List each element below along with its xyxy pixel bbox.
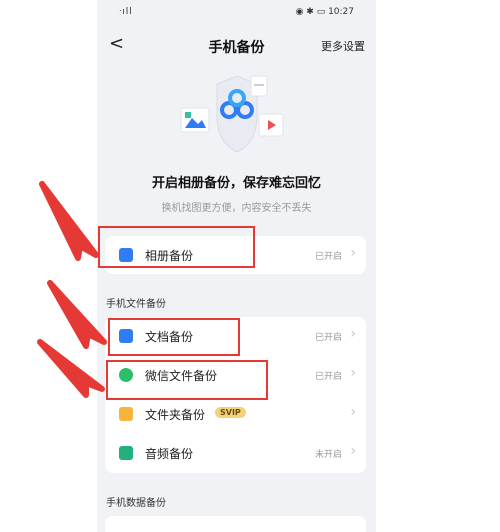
arrow-wechat bbox=[37, 339, 105, 398]
highlight-wechat-backup bbox=[106, 360, 268, 400]
chevron-right-icon: › bbox=[350, 443, 356, 459]
data-backup-card bbox=[105, 516, 366, 532]
status-bar: ᐧıll ◉ ✱ ▭ 10:27 bbox=[97, 0, 376, 24]
more-settings-link[interactable]: 更多设置 bbox=[321, 38, 365, 54]
status-time: 10:27 bbox=[328, 7, 354, 17]
folder-icon bbox=[119, 407, 133, 421]
signal-icon: ᐧıll bbox=[119, 7, 133, 17]
highlight-album-backup bbox=[98, 226, 255, 268]
svip-badge: SVIP bbox=[215, 407, 246, 418]
hero-subtitle: 换机找图更方便，内容安全不丢失 bbox=[161, 203, 312, 214]
chevron-right-icon: › bbox=[350, 326, 356, 342]
highlight-document-backup bbox=[108, 318, 240, 356]
chevron-right-icon: › bbox=[350, 245, 356, 261]
row-status: 已开启 bbox=[314, 372, 342, 382]
chevron-right-icon: › bbox=[350, 365, 356, 381]
battery-icon: ◉ ✱ ▭ bbox=[295, 7, 329, 17]
hero-title: 开启相册备份，保存难忘回忆 bbox=[151, 176, 321, 191]
audio-icon bbox=[119, 446, 133, 460]
chevron-right-icon: › bbox=[350, 404, 356, 420]
section-header-file-backup: 手机文件备份 bbox=[106, 299, 166, 310]
folder-backup-row[interactable]: 文件夹备份 SVIP › bbox=[105, 395, 366, 433]
status-right: ◉ ✱ ▭ 10:27 bbox=[296, 7, 354, 17]
section-header-data-backup: 手机数据备份 bbox=[106, 498, 166, 509]
row-label: 文件夹备份 bbox=[145, 408, 206, 422]
audio-backup-row[interactable]: 音频备份 未开启 › bbox=[105, 434, 366, 472]
row-status: 未开启 bbox=[314, 450, 342, 460]
row-status: 已开启 bbox=[314, 333, 342, 343]
row-status: 已开启 bbox=[314, 252, 342, 262]
arrow-document bbox=[47, 280, 107, 349]
backup-hero-illustration bbox=[180, 75, 284, 153]
row-label: 音频备份 bbox=[145, 447, 194, 461]
image-card-icon bbox=[180, 107, 210, 133]
arrow-album bbox=[39, 181, 99, 261]
nav-bar: < 手机备份 更多设置 bbox=[97, 28, 376, 62]
